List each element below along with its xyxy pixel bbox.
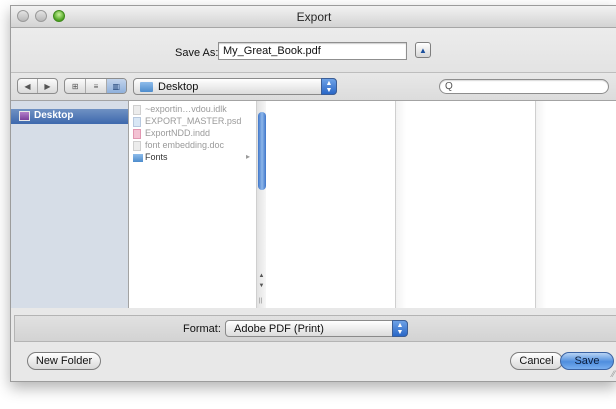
location-label: Desktop <box>158 81 199 93</box>
search-input[interactable] <box>439 79 609 94</box>
new-folder-button[interactable]: New Folder <box>27 352 101 370</box>
file-row[interactable]: ExportNDD.indd <box>129 128 256 140</box>
column-resize-grip-icon[interactable]: || <box>259 298 262 304</box>
column-empty-1 <box>266 101 396 308</box>
column-view-button[interactable]: ▥ <box>106 79 126 93</box>
search-icon: Q <box>445 81 453 92</box>
file-name: EXPORT_MASTER.psd <box>145 116 242 126</box>
psd-file-icon <box>133 117 141 127</box>
view-mode-control: ⊞ ≡ ▥ <box>64 78 127 94</box>
back-forward-control: ◀ ▶ <box>17 78 58 94</box>
sidebar-item-label: Desktop <box>34 110 74 121</box>
cancel-button[interactable]: Cancel <box>510 352 563 370</box>
list-view-icon: ≡ <box>93 81 99 91</box>
icon-view-button[interactable]: ⊞ <box>65 79 87 93</box>
column-empty-3 <box>536 101 616 308</box>
location-popup[interactable]: Desktop ▲ ▼ <box>133 78 337 95</box>
back-button[interactable]: ◀ <box>18 79 38 93</box>
title-bar[interactable]: Export <box>11 6 616 28</box>
format-panel: Format: Adobe PDF (Print) ▲ ▼ <box>14 315 616 342</box>
resize-grip-icon[interactable]: ⁄⁄ <box>612 369 615 379</box>
format-label: Format: <box>183 323 221 335</box>
scroll-up-arrow-icon[interactable]: ▲ <box>257 273 266 279</box>
document-icon <box>133 105 141 115</box>
save-as-input[interactable] <box>218 42 407 60</box>
expand-dialog-button[interactable]: ▲ <box>415 42 431 58</box>
indd-file-icon <box>133 129 141 139</box>
save-as-panel: Save As: ▲ <box>11 28 616 73</box>
file-browser: Desktop ~exportin…vdou.idlk EXPORT_MASTE… <box>11 101 616 308</box>
chevron-right-icon: ▸ <box>245 152 250 161</box>
back-arrow-icon: ◀ <box>24 81 31 91</box>
desktop-icon <box>19 111 30 121</box>
column-empty-2 <box>396 101 536 308</box>
column-view-icon: ▥ <box>112 81 121 91</box>
format-value: Adobe PDF (Print) <box>234 323 324 335</box>
forward-arrow-icon: ▶ <box>44 81 51 91</box>
folder-icon <box>133 154 143 162</box>
file-name: ~exportin…vdou.idlk <box>145 104 227 114</box>
browser-toolbar: ◀ ▶ ⊞ ≡ ▥ Desktop ▲ ▼ Q <box>11 73 616 101</box>
popup-arrows-icon: ▲ ▼ <box>392 320 408 337</box>
sidebar: Desktop <box>11 101 129 308</box>
file-name: Fonts <box>145 152 168 162</box>
window-title: Export <box>296 10 332 24</box>
popup-arrows-icon: ▲ ▼ <box>321 78 337 95</box>
save-button[interactable]: Save <box>560 352 614 370</box>
sidebar-item-desktop[interactable]: Desktop <box>11 109 128 124</box>
file-name: ExportNDD.indd <box>145 128 211 138</box>
scroll-thumb[interactable] <box>258 112 266 190</box>
folder-icon <box>140 82 153 92</box>
column-desktop: ~exportin…vdou.idlk EXPORT_MASTER.psd Ex… <box>129 101 267 308</box>
file-row[interactable]: font embedding.doc <box>129 140 256 152</box>
save-as-label: Save As: <box>175 47 219 59</box>
icon-view-icon: ⊞ <box>71 81 79 91</box>
folder-row[interactable]: Fonts ▸ <box>129 152 256 164</box>
scroll-down-arrow-icon[interactable]: ▼ <box>257 283 266 289</box>
file-row[interactable]: EXPORT_MASTER.psd <box>129 116 256 128</box>
list-view-button[interactable]: ≡ <box>86 79 107 93</box>
format-popup[interactable]: Adobe PDF (Print) ▲ ▼ <box>225 320 408 337</box>
doc-file-icon <box>133 141 141 151</box>
file-name: font embedding.doc <box>145 140 225 150</box>
export-dialog: Export Save As: ▲ ◀ ▶ ⊞ ≡ ▥ Desktop ▲▼ Q <box>10 5 616 382</box>
triangle-up-icon: ▲ <box>419 45 427 55</box>
forward-button[interactable]: ▶ <box>38 79 57 93</box>
file-row[interactable]: ~exportin…vdou.idlk <box>129 104 256 116</box>
